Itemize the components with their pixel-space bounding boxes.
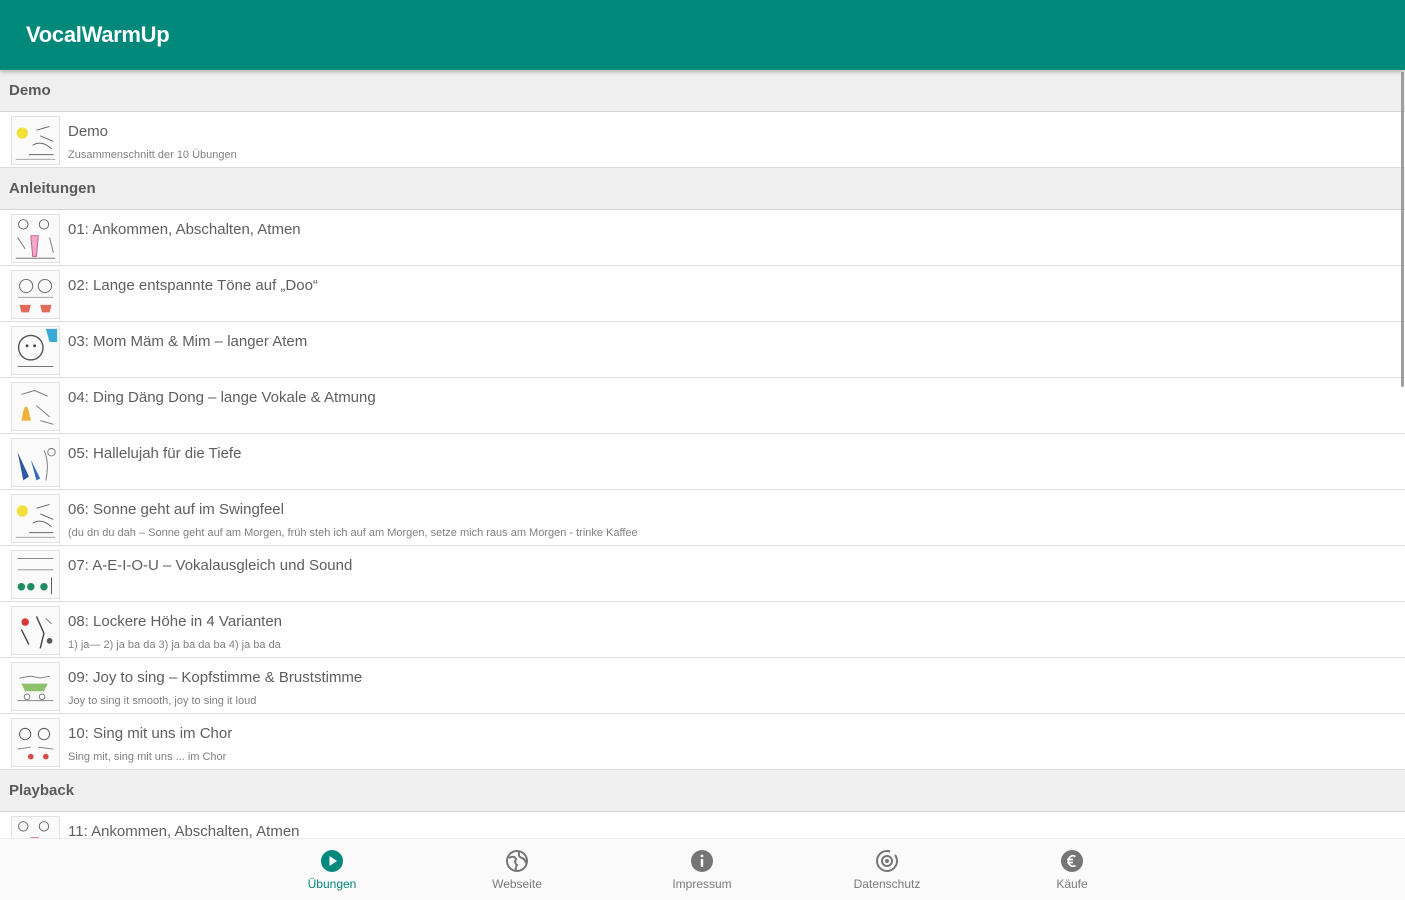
play-circle-icon — [320, 849, 344, 873]
info-icon — [690, 849, 714, 873]
euro-icon — [1060, 849, 1084, 873]
globe-icon — [505, 849, 529, 873]
nav-uebungen[interactable]: Übungen — [267, 839, 397, 900]
item-title: 05: Hallelujah für die Tiefe — [68, 445, 242, 462]
item-title: 09: Joy to sing – Kopfstimme & Bruststim… — [68, 669, 363, 686]
item-title: 08: Lockere Höhe in 4 Varianten — [68, 613, 283, 630]
privacy-icon — [875, 849, 899, 873]
nav-webseite[interactable]: Webseite — [452, 839, 582, 900]
list-item-10[interactable]: 10: Sing mit uns im Chor Sing mit, sing … — [0, 714, 1405, 770]
item-title: 06: Sonne geht auf im Swingfeel — [68, 501, 284, 518]
item-title: Demo — [68, 123, 109, 140]
choir-drawing-icon — [11, 718, 60, 767]
nav-label: Datenschutz — [853, 877, 921, 891]
item-title: 11: Ankommen, Abschalten, Atmen — [68, 823, 300, 838]
item-subtitle: Sing mit, sing mit uns ... im Chor — [68, 751, 227, 763]
item-subtitle: Joy to sing it smooth, joy to sing it lo… — [68, 695, 257, 707]
list-item-01[interactable]: 01: Ankommen, Abschalten, Atmen — [0, 210, 1405, 266]
list-item-11[interactable]: 11: Ankommen, Abschalten, Atmen — [0, 812, 1405, 838]
nav-label: Übungen — [307, 877, 357, 891]
item-title: 04: Ding Däng Dong – lange Vokale & Atmu… — [68, 389, 376, 406]
faces-drawing-icon — [11, 270, 60, 319]
dancers-drawing-icon — [11, 606, 60, 655]
list-scrollbar[interactable] — [1401, 72, 1404, 387]
exercise-list[interactable]: Demo Demo Zusammenschnitt der 10 Übungen… — [0, 70, 1405, 838]
section-header-demo: Demo — [0, 70, 1405, 112]
sun-drawing-icon — [11, 494, 60, 543]
app-title: VocalWarmUp — [26, 22, 170, 47]
children-drawing-icon — [11, 816, 60, 838]
nav-label: Käufe — [1056, 877, 1088, 891]
bottom-navigation: Übungen Webseite Impressum Datenschutz K… — [0, 838, 1405, 900]
children-drawing-icon — [11, 214, 60, 263]
section-header-playback: Playback — [0, 770, 1405, 812]
vowels-drawing-icon — [11, 550, 60, 599]
nav-label: Impressum — [672, 877, 732, 891]
item-subtitle: (du dn du dah – Sonne geht auf am Morgen… — [68, 527, 638, 539]
list-item-04[interactable]: 04: Ding Däng Dong – lange Vokale & Atmu… — [0, 378, 1405, 434]
nav-kaeufe[interactable]: Käufe — [1007, 839, 1137, 900]
list-item-08[interactable]: 08: Lockere Höhe in 4 Varianten 1) ja— 2… — [0, 602, 1405, 658]
item-subtitle: Zusammenschnitt der 10 Übungen — [68, 149, 237, 161]
list-item-05[interactable]: 05: Hallelujah für die Tiefe — [0, 434, 1405, 490]
item-title: 02: Lange entspannte Töne auf „Doo“ — [68, 277, 318, 294]
nav-impressum[interactable]: Impressum — [637, 839, 767, 900]
item-title: 10: Sing mit uns im Chor — [68, 725, 233, 742]
section-header-anleitungen: Anleitungen — [0, 168, 1405, 210]
item-title: 03: Mom Mäm & Mim – langer Atem — [68, 333, 308, 350]
list-item-06[interactable]: 06: Sonne geht auf im Swingfeel (du dn d… — [0, 490, 1405, 546]
item-title: 07: A-E-I-O-U – Vokalausgleich und Sound — [68, 557, 353, 574]
item-title: 01: Ankommen, Abschalten, Atmen — [68, 221, 301, 238]
item-subtitle: 1) ja— 2) ja ba da 3) ja ba da ba 4) ja … — [68, 639, 281, 651]
nav-label: Webseite — [492, 877, 542, 891]
sun-drawing-icon — [11, 116, 60, 165]
nav-datenschutz[interactable]: Datenschutz — [822, 839, 952, 900]
list-item-03[interactable]: 03: Mom Mäm & Mim – langer Atem — [0, 322, 1405, 378]
list-item-07[interactable]: 07: A-E-I-O-U – Vokalausgleich und Sound — [0, 546, 1405, 602]
bell-drawing-icon — [11, 382, 60, 431]
list-item-demo[interactable]: Demo Zusammenschnitt der 10 Übungen — [0, 112, 1405, 168]
app-bar: VocalWarmUp — [0, 0, 1405, 70]
list-item-02[interactable]: 02: Lange entspannte Töne auf „Doo“ — [0, 266, 1405, 322]
list-item-09[interactable]: 09: Joy to sing – Kopfstimme & Bruststim… — [0, 658, 1405, 714]
group-drawing-icon — [11, 662, 60, 711]
singer-drawing-icon — [11, 326, 60, 375]
figures-drawing-icon — [11, 438, 60, 487]
